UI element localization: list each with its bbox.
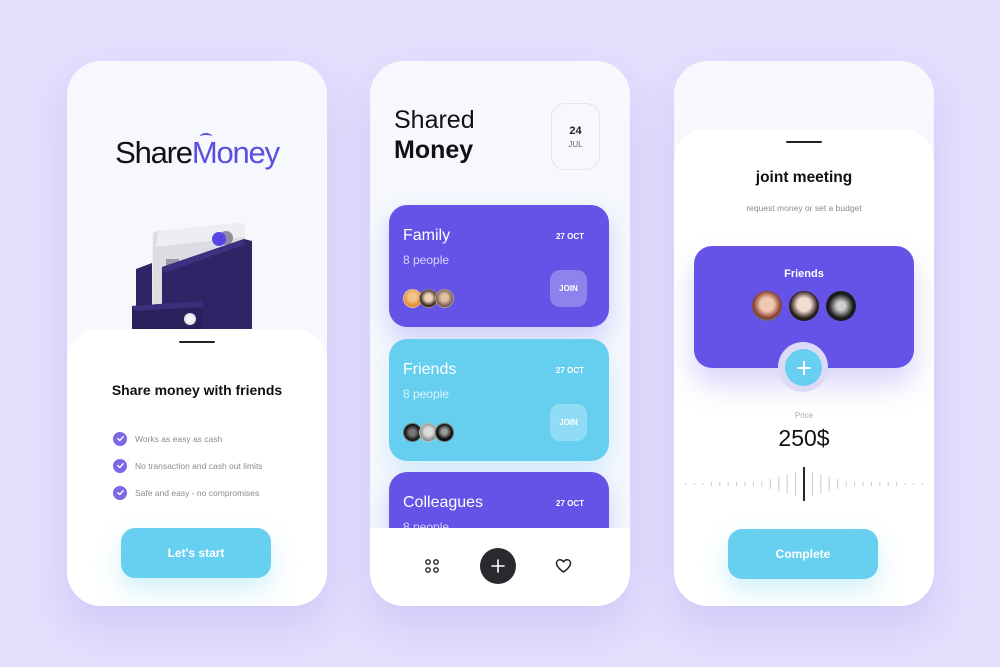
plus-icon — [796, 360, 811, 375]
feature-text: No transaction and cash out limits — [135, 460, 263, 471]
bottom-sheet: Share money with friends Works as easy a… — [67, 329, 327, 606]
bottom-nav — [370, 528, 630, 606]
avatar — [826, 291, 856, 321]
feature-text: Safe and easy - no compromises — [135, 487, 260, 498]
group-card-family[interactable]: Family 27 OCT 8 people JOIN — [389, 205, 609, 327]
join-button[interactable]: JOIN — [550, 270, 587, 307]
groups-screen: Shared Money 24 JUL Family 27 OCT 8 peop… — [370, 61, 630, 606]
friends-group-card[interactable]: Friends — [694, 246, 914, 392]
app-logo: Share Money — [67, 133, 327, 171]
onboarding-title: Share money with friends — [111, 382, 283, 398]
date-day: 24 — [569, 124, 582, 137]
bottom-sheet: joint meeting request money or set a bud… — [674, 129, 934, 606]
price-slider[interactable] — [682, 466, 926, 502]
group-date: 27 OCT — [555, 499, 584, 508]
check-icon — [113, 485, 127, 500]
group-date: 27 OCT — [555, 232, 584, 241]
group-date: 27 OCT — [555, 366, 584, 375]
avatar-stack — [403, 423, 454, 442]
onboarding-screen: Share Money Share money with friends Work… — [67, 61, 327, 606]
avatar-stack — [403, 289, 454, 308]
grid-icon[interactable] — [423, 557, 441, 575]
group-name: Friends — [403, 361, 457, 378]
check-icon — [113, 458, 127, 473]
avatar — [752, 291, 782, 321]
feature-item: Works as easy as cash — [113, 425, 263, 452]
add-group-button[interactable] — [480, 548, 516, 584]
screen-subtitle: request money or set a budget — [746, 203, 862, 213]
avatar-stack — [694, 291, 914, 321]
feature-item: No transaction and cash out limits — [113, 452, 263, 479]
logo-money: Money — [191, 133, 280, 170]
card-title: Friends — [784, 268, 824, 280]
wallet-illustration — [132, 223, 252, 331]
sheet-handle[interactable] — [786, 141, 822, 143]
logo-share: Share — [115, 135, 193, 170]
sheet-handle[interactable] — [179, 341, 215, 343]
check-icon — [113, 431, 127, 446]
heart-icon[interactable] — [554, 557, 572, 575]
avatar — [789, 291, 819, 321]
feature-text: Works as easy as cash — [135, 433, 223, 444]
page-title: Shared Money — [394, 106, 475, 164]
joint-meeting-screen: joint meeting request money or set a bud… — [674, 61, 934, 606]
price-value: 250$ — [778, 425, 830, 451]
complete-button[interactable]: Complete — [728, 529, 878, 579]
lets-start-button[interactable]: Let's start — [121, 528, 271, 578]
group-people-count: 8 people — [403, 253, 450, 267]
group-people-count: 8 people — [403, 387, 450, 401]
plus-icon — [491, 559, 505, 573]
date-month: JUL — [568, 139, 583, 149]
price-label: Price — [794, 411, 814, 420]
avatar — [435, 289, 454, 308]
avatar — [435, 423, 454, 442]
group-name: Colleagues — [403, 494, 484, 511]
group-name: Family — [403, 227, 451, 244]
feature-item: Safe and easy - no compromises — [113, 479, 263, 506]
add-member-button[interactable] — [785, 349, 822, 386]
group-card-friends[interactable]: Friends 27 OCT 8 people JOIN — [389, 339, 609, 461]
screen-title: joint meeting — [755, 169, 853, 186]
join-button[interactable]: JOIN — [550, 404, 587, 441]
date-badge[interactable]: 24 JUL — [551, 103, 600, 170]
feature-list: Works as easy as cash No transaction and… — [113, 425, 263, 506]
